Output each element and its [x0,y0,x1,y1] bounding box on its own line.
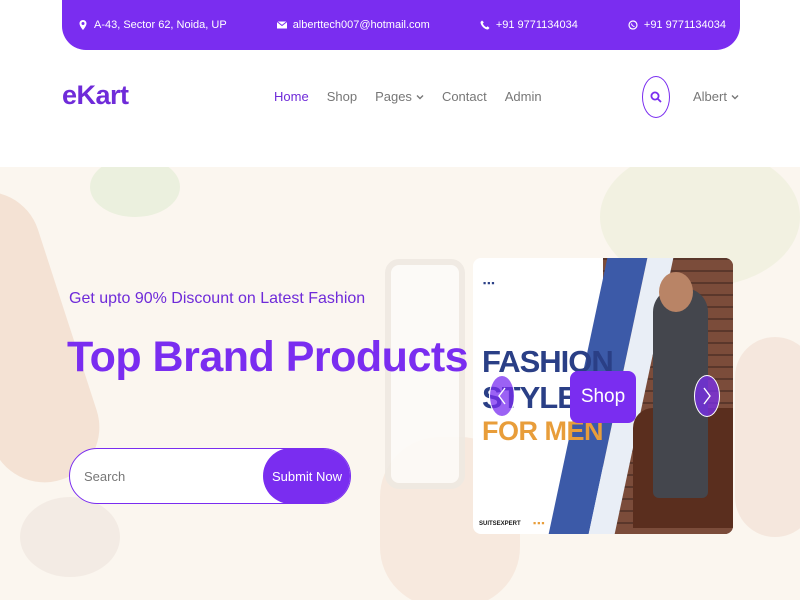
background-vegetable [735,337,800,537]
hero-headline: Top Brand Products [67,333,469,381]
shop-button[interactable]: Shop [570,371,636,423]
site-logo[interactable]: eKart [62,80,129,111]
envelope-icon [276,21,287,29]
submit-button[interactable]: Submit Now [263,449,350,503]
whatsapp-item[interactable]: +91 9771134034 [628,19,726,31]
carousel-prev-button[interactable] [489,375,515,417]
carousel-next-button[interactable] [694,375,720,417]
nav-item-contact[interactable]: Contact [442,89,487,104]
top-info-bar: A-43, Sector 62, Noida, UP alberttech007… [62,0,740,50]
phone-icon [480,20,490,30]
main-nav: Home Shop Pages Contact Admin [274,89,542,104]
chevron-down-icon [731,94,739,99]
address-text: A-43, Sector 62, Noida, UP [94,19,227,31]
banner-dots-decoration: ▪▪▪ [483,278,496,288]
email-item[interactable]: alberttech007@hotmail.com [276,19,430,31]
whatsapp-icon [628,20,638,30]
nav-item-home[interactable]: Home [274,89,309,104]
promo-carousel: ▪▪▪ FASHION STYLES FOR MEN SUITSEXPERT ▪… [473,258,733,534]
banner-model-head [659,272,693,312]
whatsapp-text[interactable]: +91 9771134034 [644,19,726,31]
location-pin-icon [79,20,87,30]
chevron-down-icon [416,94,424,99]
nav-item-admin[interactable]: Admin [505,89,542,104]
background-vegetable [90,167,180,217]
address-item: A-43, Sector 62, Noida, UP [78,19,227,31]
phone-text[interactable]: +91 9771134034 [496,19,578,31]
chevron-right-icon [703,387,711,405]
banner-brandmark: SUITSEXPERT [479,521,521,527]
hero-subtitle: Get upto 90% Discount on Latest Fashion [69,290,366,307]
search-icon [650,91,662,103]
hero-section: Get upto 90% Discount on Latest Fashion … [0,167,800,600]
banner-dots-decoration: ▪▪▪ [533,518,546,528]
email-text[interactable]: alberttech007@hotmail.com [293,19,430,31]
nav-item-pages[interactable]: Pages [375,89,424,104]
hero-search-form: Submit Now [69,448,351,504]
background-vegetable [20,497,120,577]
phone-item[interactable]: +91 9771134034 [480,19,578,31]
user-name: Albert [693,89,727,104]
user-menu[interactable]: Albert [693,89,739,104]
chevron-left-icon [498,387,506,405]
site-header: eKart Home Shop Pages Contact Admin Albe… [0,50,800,167]
header-search-button[interactable] [642,76,670,118]
hero-search-input[interactable] [84,449,264,503]
nav-item-shop[interactable]: Shop [327,89,357,104]
